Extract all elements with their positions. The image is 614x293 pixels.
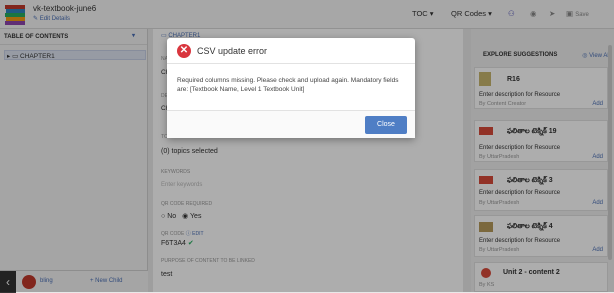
dialog-header: ✕ CSV update error (167, 38, 415, 64)
error-icon: ✕ (177, 44, 191, 58)
dialog-message: Required columns missing. Please check a… (177, 77, 399, 93)
dialog-footer: Close (167, 110, 415, 138)
close-button[interactable]: Close (365, 116, 407, 134)
error-dialog: ✕ CSV update error Required columns miss… (167, 38, 415, 138)
dialog-title: CSV update error (197, 46, 268, 56)
